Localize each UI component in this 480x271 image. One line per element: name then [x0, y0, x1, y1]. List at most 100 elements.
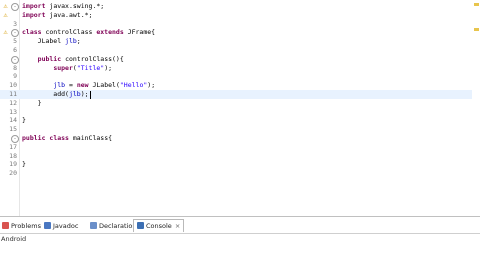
javadoc-icon: [44, 222, 51, 229]
close-icon[interactable]: ×: [175, 222, 180, 230]
line-number: 10: [9, 81, 17, 90]
warning-icon[interactable]: ⚠: [1, 11, 10, 20]
field-token: jlb: [65, 37, 77, 46]
code-line[interactable]: 14}: [0, 116, 480, 125]
code-text[interactable]: }: [22, 99, 42, 108]
line-number: 20: [9, 169, 17, 178]
bottom-panel: Problems Javadoc Declaration Console × Andro…: [0, 216, 480, 271]
line-number: 6: [13, 46, 17, 54]
code-token: mainClass{: [72, 134, 113, 142]
warning-overview-marker[interactable]: [474, 28, 479, 31]
keyword-token: public: [22, 134, 50, 142]
warning-overview-marker[interactable]: [474, 3, 479, 6]
field-token: jlb: [68, 90, 81, 98]
fold-toggle-icon[interactable]: -: [11, 55, 19, 64]
code-token: ;: [76, 37, 81, 46]
code-line[interactable]: -7 public controlClass(){: [0, 55, 480, 64]
code-line[interactable]: 13: [0, 108, 480, 117]
string-token: "Hello": [119, 81, 148, 90]
code-line[interactable]: 3: [0, 20, 480, 29]
code-token: }: [22, 98, 42, 107]
line-number: 14: [9, 116, 17, 125]
code-token: );: [80, 90, 89, 98]
warning-icon[interactable]: ⚠: [1, 28, 10, 37]
keyword-token: new: [76, 81, 93, 90]
code-line[interactable]: 9: [0, 72, 480, 81]
code-line[interactable]: ⚠-4class controlClass extends JFrame{: [0, 28, 480, 38]
tab-problems[interactable]: Problems: [2, 220, 41, 232]
code-token: );: [104, 63, 113, 72]
keyword-token: super: [53, 63, 73, 72]
tab-label: Problems: [11, 222, 41, 230]
code-token: add(: [22, 90, 69, 98]
code-line[interactable]: 20: [0, 169, 480, 178]
code-line[interactable]: 15: [0, 125, 480, 134]
code-line[interactable]: 8 super("Title");: [0, 64, 480, 73]
tab-declaration[interactable]: Declaration: [90, 220, 136, 232]
line-number: 8: [13, 63, 17, 72]
code-text[interactable]: class controlClass extends JFrame{: [22, 28, 155, 37]
warning-icon[interactable]: ⚠: [1, 2, 10, 11]
code-text[interactable]: public class mainClass{: [22, 134, 112, 143]
code-line[interactable]: 11 add(jlb);: [0, 90, 480, 99]
code-text[interactable]: super("Title");: [22, 64, 112, 73]
code-text[interactable]: import javax.swing.*;: [22, 2, 104, 11]
line-number: 12: [9, 98, 17, 107]
code-line[interactable]: 18: [0, 152, 480, 161]
code-text[interactable]: public controlClass(){: [22, 55, 124, 64]
problems-icon: [2, 222, 9, 229]
code-line[interactable]: -16public class mainClass{: [0, 134, 480, 143]
code-text[interactable]: }: [22, 160, 26, 169]
line-number: 19: [9, 160, 17, 169]
code-text[interactable]: jlb = new JLabel("Hello");: [22, 81, 155, 90]
tab-console[interactable]: Console ×: [133, 219, 185, 232]
tab-javadoc[interactable]: Javadoc: [44, 220, 78, 232]
tab-label: Javadoc: [53, 222, 79, 230]
code-token: controlClass(){: [65, 54, 124, 63]
code-token: controlClass: [45, 28, 97, 37]
tab-label: Console: [146, 222, 172, 230]
code-editor[interactable]: ⚠-1import javax.swing.*;⚠2import java.aw…: [0, 0, 480, 216]
bottom-tab-bar: Problems Javadoc Declaration Console ×: [0, 219, 480, 233]
code-line[interactable]: ⚠2import java.awt.*;: [0, 11, 480, 20]
fold-toggle-icon[interactable]: -: [11, 135, 19, 143]
code-line[interactable]: 6: [0, 46, 480, 55]
fold-toggle-icon[interactable]: -: [11, 29, 19, 38]
text-caret: [90, 90, 91, 99]
line-number: 17: [9, 142, 17, 151]
fold-toggle-icon[interactable]: -: [11, 3, 19, 11]
code-token: JFrame{: [127, 28, 156, 37]
code-text[interactable]: add(jlb);: [22, 90, 89, 99]
console-title: Android: [1, 235, 27, 243]
tab-separator: [0, 233, 480, 234]
code-line[interactable]: 17: [0, 143, 480, 152]
code-line[interactable]: 19}: [0, 160, 480, 169]
line-number: 13: [9, 107, 17, 116]
code-token: =: [65, 81, 77, 90]
keyword-token: class: [22, 28, 46, 37]
code-token: JLabel(: [92, 81, 120, 90]
field-token: jlb: [53, 81, 66, 90]
tab-label: Declaration: [99, 222, 137, 230]
code-line[interactable]: 10 jlb = new JLabel("Hello");: [0, 81, 480, 90]
code-text[interactable]: }: [22, 116, 26, 125]
keyword-token: import: [22, 10, 50, 19]
line-number: 15: [9, 125, 17, 134]
overview-ruler[interactable]: [472, 0, 480, 216]
code-token: JLabel: [22, 37, 66, 46]
code-token: );: [147, 81, 156, 90]
code-token: }: [22, 116, 26, 125]
code-text[interactable]: JLabel jlb;: [22, 37, 81, 46]
code-line[interactable]: ⚠-1import javax.swing.*;: [0, 2, 480, 11]
code-token: javax.swing.*;: [49, 2, 105, 10]
code-text[interactable]: import java.awt.*;: [22, 11, 92, 20]
line-number: 11: [9, 90, 17, 98]
code-token: java.awt.*;: [49, 10, 93, 19]
code-token: }: [22, 160, 26, 169]
line-number: 9: [13, 72, 17, 81]
code-line[interactable]: 12 }: [0, 99, 480, 108]
line-number: 3: [13, 19, 17, 28]
code-line[interactable]: 5 JLabel jlb;: [0, 37, 480, 46]
